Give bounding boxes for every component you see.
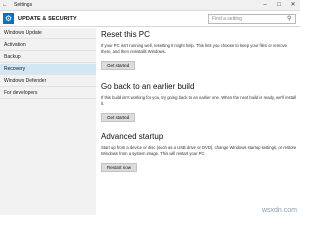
reset-get-started-button[interactable]: Get started — [101, 61, 136, 71]
reset-title: Reset this PC — [101, 30, 150, 39]
reset-description: If your PC isn't running well, resetting… — [101, 43, 287, 54]
maximize-icon[interactable]: □ — [272, 0, 286, 11]
sidebar-item-recovery[interactable]: Recovery — [0, 64, 96, 75]
title-bar: ← Settings – □ ✕ — [0, 0, 300, 11]
earlier-build-description: If this build isn't working for you, try… — [101, 95, 296, 106]
sidebar-item-for-developers[interactable]: For developers — [0, 88, 96, 99]
close-icon[interactable]: ✕ — [286, 0, 300, 11]
minimize-icon[interactable]: – — [258, 0, 272, 11]
earlier-build-get-started-button[interactable]: Get started — [101, 113, 136, 123]
earlier-build-section: Go back to an earlier build If this buil… — [101, 82, 297, 124]
earlier-build-title: Go back to an earlier build — [101, 82, 195, 91]
main-content: Reset this PC If your PC isn't running w… — [96, 28, 300, 215]
restart-now-button[interactable]: Restart now — [101, 163, 138, 173]
sidebar-item-activation[interactable]: Activation — [0, 40, 96, 51]
window-controls: – □ ✕ — [258, 0, 300, 11]
reset-section: Reset this PC If your PC isn't running w… — [101, 30, 297, 72]
search-input[interactable] — [208, 14, 296, 24]
window-title: Settings — [14, 2, 33, 8]
page-title: UPDATE & SECURITY — [18, 16, 77, 22]
sidebar-item-windows-update[interactable]: Windows Update — [0, 28, 96, 39]
settings-header: ⚙ UPDATE & SECURITY ⚲ — [0, 11, 300, 27]
advanced-startup-section: Advanced startup Start up from a device … — [101, 132, 297, 174]
gear-icon: ⚙ — [3, 13, 14, 24]
sidebar-item-backup[interactable]: Backup — [0, 52, 96, 63]
back-arrow-icon[interactable]: ← — [2, 0, 8, 11]
advanced-startup-description: Start up from a device or disc (such as … — [101, 145, 297, 156]
search-icon[interactable]: ⚲ — [287, 14, 291, 24]
sidebar-item-windows-defender[interactable]: Windows Defender — [0, 76, 96, 87]
advanced-startup-title: Advanced startup — [101, 132, 164, 141]
watermark: wsxdn.com — [261, 207, 297, 214]
sidebar: Windows Update Activation Backup Recover… — [0, 28, 96, 215]
